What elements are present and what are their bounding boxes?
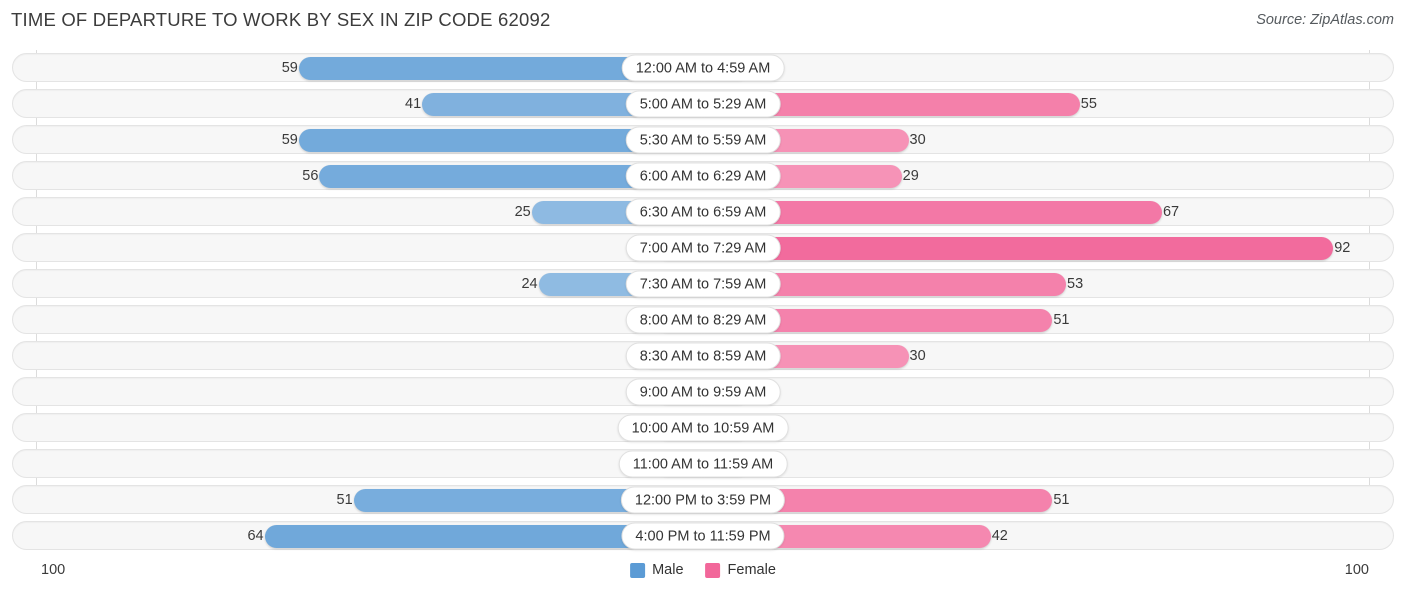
category-label: 6:00 AM to 6:29 AM bbox=[625, 162, 781, 189]
legend-item-male[interactable]: Male bbox=[630, 562, 684, 578]
value-label-male: 59 bbox=[281, 59, 298, 76]
value-label-male: 25 bbox=[514, 203, 531, 220]
legend-item-female[interactable]: Female bbox=[705, 562, 776, 578]
table-row[interactable]: 5518:00 AM to 8:29 AM bbox=[12, 305, 1394, 334]
table-row[interactable]: 24 53 7:30 AM to 7:59 AM bbox=[12, 269, 1394, 298]
row-bars: 25 67 6:30 AM to 6:59 AM bbox=[13, 198, 1393, 225]
row-bars: 24 53 7:30 AM to 7:59 AM bbox=[13, 270, 1393, 297]
value-label-female: 51 bbox=[1053, 491, 1070, 508]
legend-label-male: Male bbox=[652, 562, 684, 578]
row-bars: 0010:00 AM to 10:59 AM bbox=[13, 414, 1393, 441]
value-label-male: 64 bbox=[247, 527, 264, 544]
category-label: 7:30 AM to 7:59 AM bbox=[625, 270, 781, 297]
table-row[interactable]: 9308:30 AM to 8:59 AM bbox=[12, 341, 1394, 370]
value-label-female: 42 bbox=[991, 527, 1008, 544]
value-label-male: 51 bbox=[336, 491, 353, 508]
source-attribution: Source: ZipAtlas.com bbox=[1256, 12, 1394, 28]
category-label: 8:30 AM to 8:59 AM bbox=[625, 342, 781, 369]
row-bars: 59 30 5:30 AM to 5:59 AM bbox=[13, 126, 1393, 153]
value-label-female: 92 bbox=[1334, 239, 1351, 256]
table-row[interactable]: 25 67 6:30 AM to 6:59 AM bbox=[12, 197, 1394, 226]
category-label: 4:00 PM to 11:59 PM bbox=[621, 522, 785, 549]
value-label-female: 51 bbox=[1053, 311, 1070, 328]
row-bars: 3927:00 AM to 7:29 AM bbox=[13, 234, 1393, 261]
table-row[interactable]: 3927:00 AM to 7:29 AM bbox=[12, 233, 1394, 262]
row-bars: 51 51 12:00 PM to 3:59 PM bbox=[13, 486, 1393, 513]
value-label-female: 67 bbox=[1162, 203, 1180, 220]
value-label-female: 30 bbox=[909, 131, 926, 148]
category-label: 5:30 AM to 5:59 AM bbox=[625, 126, 781, 153]
chart-root: TIME OF DEPARTURE TO WORK BY SEX IN ZIP … bbox=[0, 0, 1406, 595]
table-row[interactable]: 56 29 6:00 AM to 6:29 AM bbox=[12, 161, 1394, 190]
chart-footer: 100 100 Male Female bbox=[0, 556, 1406, 595]
bar-female[interactable] bbox=[703, 237, 1334, 260]
category-label: 12:00 PM to 3:59 PM bbox=[620, 486, 786, 513]
category-label: 5:00 AM to 5:29 AM bbox=[625, 90, 781, 117]
table-row[interactable]: 41 55 5:00 AM to 5:29 AM bbox=[12, 89, 1394, 118]
row-bars: 5518:00 AM to 8:29 AM bbox=[13, 306, 1393, 333]
table-row[interactable]: 59512:00 AM to 4:59 AM bbox=[12, 53, 1394, 82]
row-bars: 56 29 6:00 AM to 6:29 AM bbox=[13, 162, 1393, 189]
axis-tick-right: 100 bbox=[1344, 562, 1369, 578]
row-bars: 64 42 4:00 PM to 11:59 PM bbox=[13, 522, 1393, 549]
row-bars: 9308:30 AM to 8:59 AM bbox=[13, 342, 1393, 369]
chart-plot-area: 59512:00 AM to 4:59 AM 41 55 5:00 AM to 5:2… bbox=[0, 50, 1406, 555]
row-bars: 41 55 5:00 AM to 5:29 AM bbox=[13, 90, 1393, 117]
category-label: 9:00 AM to 9:59 AM bbox=[625, 378, 781, 405]
value-label-female: 55 bbox=[1080, 95, 1097, 112]
category-label: 12:00 AM to 4:59 AM bbox=[621, 54, 785, 81]
page-title: TIME OF DEPARTURE TO WORK BY SEX IN ZIP … bbox=[11, 9, 551, 30]
category-label: 7:00 AM to 7:29 AM bbox=[625, 234, 781, 261]
value-label-female: 30 bbox=[909, 347, 926, 364]
male-swatch-icon bbox=[630, 562, 646, 578]
row-bars: 0011:00 AM to 11:59 AM bbox=[13, 450, 1393, 477]
value-label-male: 24 bbox=[521, 275, 538, 292]
value-label-male: 41 bbox=[405, 95, 422, 112]
chart-legend: Male Female bbox=[630, 562, 776, 578]
female-swatch-icon bbox=[705, 562, 721, 578]
table-row[interactable]: 64 42 4:00 PM to 11:59 PM bbox=[12, 521, 1394, 550]
axis-tick-left: 100 bbox=[41, 562, 66, 578]
table-row[interactable]: 0011:00 AM to 11:59 AM bbox=[12, 449, 1394, 478]
value-label-male: 59 bbox=[281, 131, 298, 148]
category-label: 11:00 AM to 11:59 AM bbox=[618, 450, 788, 477]
row-bars: 009:00 AM to 9:59 AM bbox=[13, 378, 1393, 405]
category-label: 10:00 AM to 10:59 AM bbox=[617, 414, 789, 441]
table-row[interactable]: 59 30 5:30 AM to 5:59 AM bbox=[12, 125, 1394, 154]
value-label-male: 56 bbox=[302, 167, 319, 184]
legend-label-female: Female bbox=[727, 562, 776, 578]
value-label-female: 53 bbox=[1067, 275, 1084, 292]
category-label: 8:00 AM to 8:29 AM bbox=[625, 306, 781, 333]
value-label-female: 29 bbox=[902, 167, 919, 184]
table-row[interactable]: 0010:00 AM to 10:59 AM bbox=[12, 413, 1394, 442]
table-row[interactable]: 51 51 12:00 PM to 3:59 PM bbox=[12, 485, 1394, 514]
table-row[interactable]: 009:00 AM to 9:59 AM bbox=[12, 377, 1394, 406]
category-label: 6:30 AM to 6:59 AM bbox=[625, 198, 781, 225]
row-bars: 59512:00 AM to 4:59 AM bbox=[13, 54, 1393, 81]
